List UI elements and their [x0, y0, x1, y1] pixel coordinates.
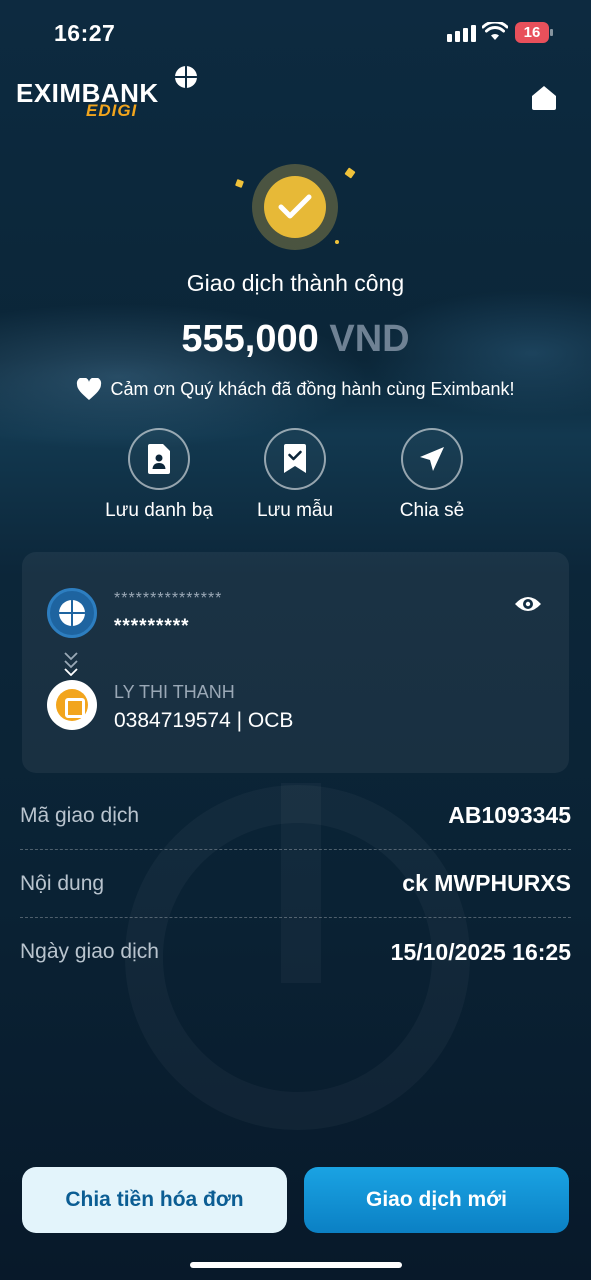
- home-icon[interactable]: [529, 82, 559, 112]
- transaction-id-value: AB1093345: [448, 802, 571, 828]
- share-button[interactable]: Chia sẻ: [367, 428, 497, 522]
- transaction-id-label: Mã giao dịch: [20, 803, 140, 827]
- save-contact-button[interactable]: Lưu danh bạ: [94, 428, 224, 522]
- sender-bank-icon: [47, 588, 97, 638]
- date-value: 15/10/2025 16:25: [390, 938, 571, 965]
- amount-currency: VND: [329, 318, 410, 360]
- logo-mark-icon: [175, 66, 197, 88]
- brand-sub: EDIGI: [86, 101, 138, 120]
- thanks-message: Cảm ơn Quý khách đã đồng hành cùng Eximb…: [0, 378, 591, 401]
- battery-icon: 16: [515, 22, 553, 43]
- home-indicator[interactable]: [190, 1262, 402, 1268]
- battery-level: 16: [515, 22, 549, 43]
- detail-row: Mã giao dịch AB1093345: [20, 782, 571, 850]
- receiver-name: LY THI THANH: [114, 682, 235, 702]
- transaction-details: Mã giao dịch AB1093345 Nội dung ck MWPHU…: [20, 782, 571, 986]
- date-label: Ngày giao dịch: [20, 940, 159, 963]
- cellular-signal-icon: [447, 25, 476, 42]
- detail-row: Nội dung ck MWPHURXS: [20, 850, 571, 918]
- wifi-icon: [482, 22, 508, 40]
- sender-name: ***************: [114, 590, 223, 607]
- transfer-card: *************** ********* LY THI THANH 0…: [22, 552, 569, 773]
- sender-account: *********: [114, 616, 190, 637]
- eximbank-logo: EXIMBANK EDIGI: [16, 66, 201, 126]
- send-icon: [420, 447, 444, 471]
- status-time: 16:27: [54, 20, 116, 46]
- save-contact-label: Lưu danh bạ: [105, 500, 213, 521]
- share-label: Chia sẻ: [399, 500, 465, 521]
- contact-file-icon: [148, 444, 170, 474]
- detail-row: Ngày giao dịch 15/10/2025 16:25: [20, 918, 571, 986]
- chevron-down-icon: [64, 652, 78, 676]
- receiver-account: 0384719574 | OCB: [114, 709, 294, 732]
- save-template-button[interactable]: Lưu mẫu: [230, 428, 360, 522]
- content-label: Nội dung: [20, 871, 105, 895]
- new-transaction-button[interactable]: Giao dịch mới: [304, 1167, 569, 1233]
- transaction-status: Giao dịch thành công: [186, 270, 405, 296]
- eye-icon[interactable]: [513, 592, 543, 616]
- split-bill-button[interactable]: Chia tiền hóa đơn: [22, 1167, 287, 1233]
- bookmark-check-icon: [284, 444, 306, 473]
- receiver-bank-icon: [47, 680, 97, 730]
- thanks-text: Cảm ơn Quý khách đã đồng hành cùng Eximb…: [110, 379, 515, 399]
- checkmark-icon: [264, 176, 326, 238]
- success-indicator: [230, 160, 360, 255]
- status-bar: 16:27 16: [0, 0, 591, 66]
- save-template-label: Lưu mẫu: [256, 500, 334, 521]
- transaction-amount: 555,000 VND: [0, 318, 591, 361]
- heart-icon: [77, 378, 102, 400]
- content-value: ck MWPHURXS: [402, 870, 571, 896]
- amount-value: 555,000: [181, 318, 319, 360]
- quick-actions: Lưu danh bạ Lưu mẫu Chia sẻ: [0, 428, 591, 528]
